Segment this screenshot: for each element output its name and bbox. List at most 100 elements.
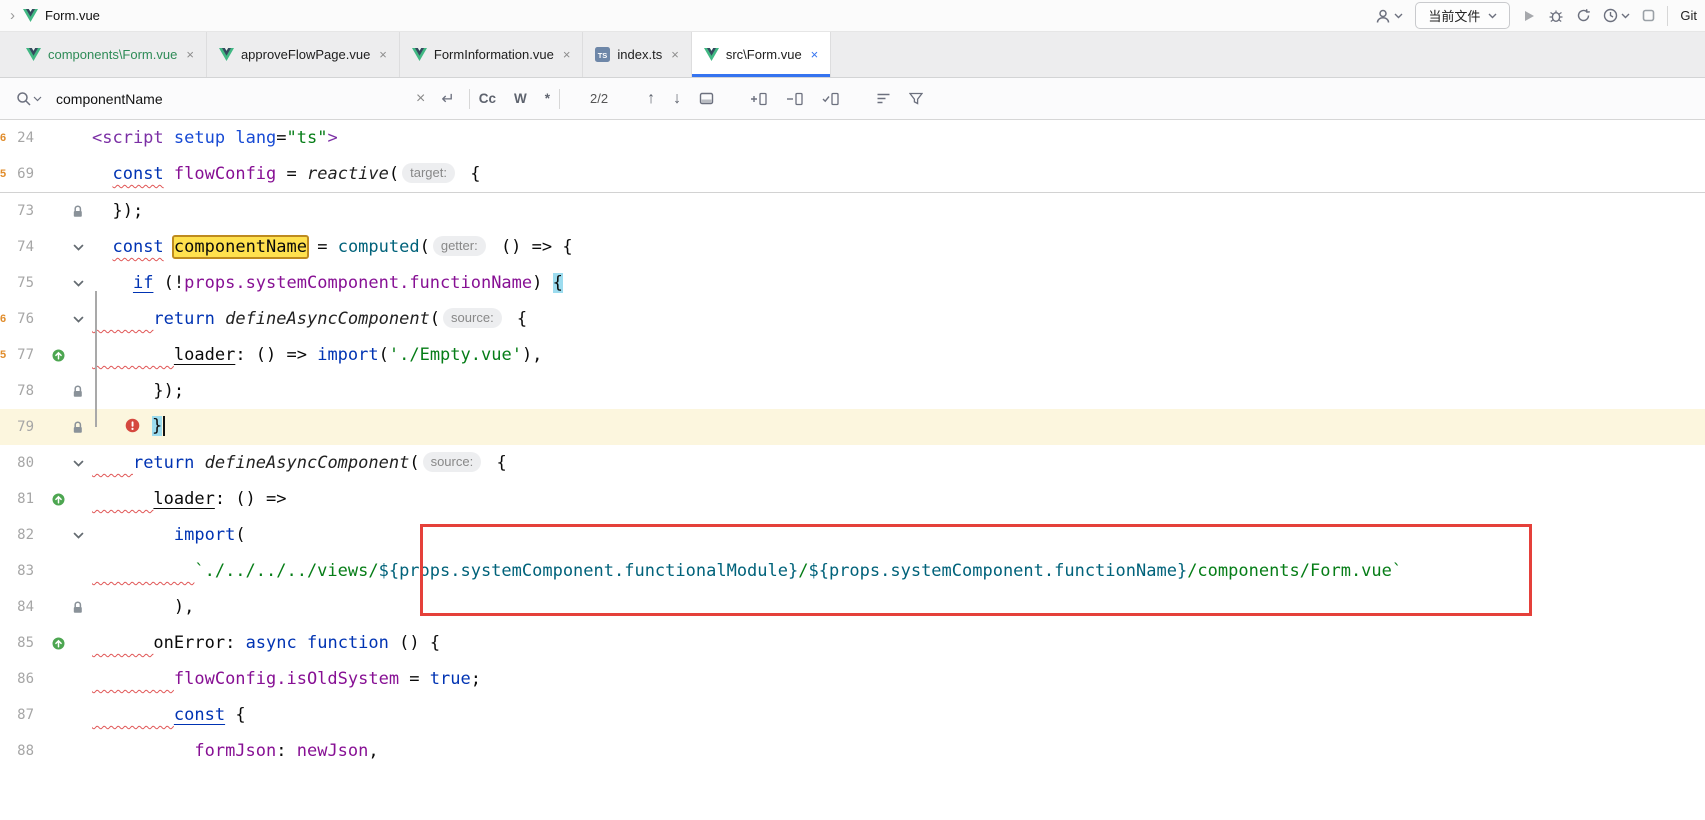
next-match-icon[interactable]: ↓ (673, 90, 681, 108)
code-line[interactable]: 577 loader: () => import('./Empty.vue'), (0, 337, 1705, 373)
line-number[interactable]: 87 (12, 707, 46, 723)
code-text[interactable]: <script setup lang="ts"> (92, 120, 338, 156)
code-line[interactable]: 81 loader: () => (0, 481, 1705, 517)
line-number[interactable]: 69 (12, 166, 46, 182)
newline-icon[interactable]: ↵ (441, 89, 454, 109)
code-line[interactable]: 84 ), (0, 589, 1705, 625)
tab-src-form-vue[interactable]: src\Form.vue× (692, 32, 831, 77)
run-button[interactable] (1522, 9, 1536, 23)
line-number[interactable]: 77 (12, 347, 46, 363)
clear-search-icon[interactable]: × (416, 90, 425, 108)
code-line[interactable]: 83 `./../../../views/${props.systemCompo… (0, 553, 1705, 589)
fold-end-icon[interactable] (72, 600, 84, 614)
line-number[interactable]: 82 (12, 527, 46, 543)
code-line[interactable]: 85 onError: async function () { (0, 625, 1705, 661)
user-menu-button[interactable] (1375, 8, 1403, 24)
select-all-occurrences-icon[interactable] (822, 92, 840, 106)
run-marker-icon[interactable] (52, 637, 65, 650)
code-line[interactable]: 676 return defineAsyncComponent(source: … (0, 301, 1705, 337)
code-text[interactable]: loader: () => (92, 481, 287, 517)
code-text[interactable]: ), (92, 589, 194, 625)
code-text[interactable]: const { (92, 697, 246, 733)
code-text[interactable]: `./../../../views/${props.systemComponen… (92, 553, 1402, 589)
code-line[interactable]: 82 import( (0, 517, 1705, 553)
close-tab-icon[interactable]: × (563, 47, 571, 62)
editor[interactable]: 624<script setup lang="ts">569 const flo… (0, 120, 1705, 820)
fold-icon[interactable] (72, 277, 85, 290)
fold-end-icon[interactable] (72, 420, 84, 434)
line-number[interactable]: 79 (12, 419, 46, 435)
line-number[interactable]: 84 (12, 599, 46, 615)
close-tab-icon[interactable]: × (671, 47, 679, 62)
code-text[interactable]: const flowConfig = reactive(target: { (92, 156, 480, 192)
line-number[interactable]: 76 (12, 311, 46, 327)
code-text[interactable]: return defineAsyncComponent(source: { (92, 301, 527, 337)
line-number[interactable]: 78 (12, 383, 46, 399)
tab-forminformation-vue[interactable]: FormInformation.vue× (400, 32, 584, 77)
run-config-selector[interactable]: 当前文件 (1415, 2, 1510, 29)
line-number[interactable]: 73 (12, 203, 46, 219)
code-text[interactable]: loader: () => import('./Empty.vue'), (92, 337, 542, 373)
line-number[interactable]: 85 (12, 635, 46, 651)
sticky-line[interactable]: 569 const flowConfig = reactive(target: … (0, 156, 1705, 192)
line-number[interactable]: 83 (12, 563, 46, 579)
fold-icon[interactable] (72, 313, 85, 326)
line-number[interactable]: 80 (12, 455, 46, 471)
line-number[interactable]: 75 (12, 275, 46, 291)
regex-toggle[interactable]: * (545, 91, 550, 106)
tab-components-form-vue[interactable]: components\Form.vue× (14, 32, 207, 77)
fold-end-icon[interactable] (72, 204, 84, 218)
fold-icon[interactable] (72, 457, 85, 470)
line-number[interactable]: 86 (12, 671, 46, 687)
add-selection-icon[interactable] (750, 92, 768, 106)
line-number[interactable]: 88 (12, 743, 46, 759)
code-text[interactable]: }); (92, 373, 184, 409)
open-in-tool-window-icon[interactable] (699, 91, 714, 106)
tab-index-ts[interactable]: TSindex.ts× (583, 32, 691, 77)
code-line[interactable]: 87 const { (0, 697, 1705, 733)
code-line[interactable]: 74 const componentName = computed(getter… (0, 229, 1705, 265)
sticky-line[interactable]: 624<script setup lang="ts"> (0, 120, 1705, 156)
stop-button[interactable] (1642, 9, 1655, 22)
code-text[interactable]: formJson: newJson, (92, 733, 379, 769)
prev-match-icon[interactable]: ↑ (647, 90, 655, 108)
words-toggle[interactable]: W (514, 91, 527, 106)
profiler-button[interactable] (1603, 8, 1630, 23)
code-text[interactable]: } (92, 408, 165, 446)
run-marker-icon[interactable] (52, 493, 65, 506)
code-line[interactable]: 88 formJson: newJson, (0, 733, 1705, 769)
code-text[interactable]: const componentName = computed(getter: (… (92, 229, 573, 265)
code-line[interactable]: 80 return defineAsyncComponent(source: { (0, 445, 1705, 481)
code-text[interactable]: return defineAsyncComponent(source: { (92, 445, 507, 481)
debug-button[interactable] (1548, 8, 1564, 23)
code-text[interactable]: onError: async function () { (92, 625, 440, 661)
fold-icon[interactable] (72, 529, 85, 542)
code-text[interactable]: import( (92, 517, 246, 553)
close-tab-icon[interactable]: × (811, 47, 819, 62)
code-line[interactable]: 79 } (0, 409, 1705, 445)
code-text[interactable]: }); (92, 193, 143, 229)
git-menu[interactable]: Git (1680, 8, 1697, 23)
search-options-icon[interactable] (876, 92, 891, 105)
line-number[interactable]: 24 (12, 130, 46, 146)
search-input[interactable] (56, 91, 416, 107)
run-marker-icon[interactable] (52, 349, 65, 362)
code-text[interactable]: if (!props.systemComponent.functionName)… (92, 265, 563, 301)
code-line[interactable]: 86 flowConfig.isOldSystem = true; (0, 661, 1705, 697)
close-tab-icon[interactable]: × (379, 47, 387, 62)
remove-selection-icon[interactable] (786, 92, 804, 106)
line-number[interactable]: 74 (12, 239, 46, 255)
code-line[interactable]: 78 }); (0, 373, 1705, 409)
filter-icon[interactable] (909, 92, 923, 105)
match-case-toggle[interactable]: Cc (479, 91, 496, 106)
line-number[interactable]: 81 (12, 491, 46, 507)
tab-approveflowpage-vue[interactable]: approveFlowPage.vue× (207, 32, 400, 77)
fold-end-icon[interactable] (72, 384, 84, 398)
close-tab-icon[interactable]: × (186, 47, 194, 62)
code-line[interactable]: 75 if (!props.systemComponent.functionNa… (0, 265, 1705, 301)
code-line[interactable]: 73 }); (0, 193, 1705, 229)
search-icon[interactable] (16, 91, 42, 106)
fold-icon[interactable] (72, 241, 85, 254)
code-text[interactable]: flowConfig.isOldSystem = true; (92, 661, 481, 697)
coverage-button[interactable] (1576, 8, 1591, 23)
